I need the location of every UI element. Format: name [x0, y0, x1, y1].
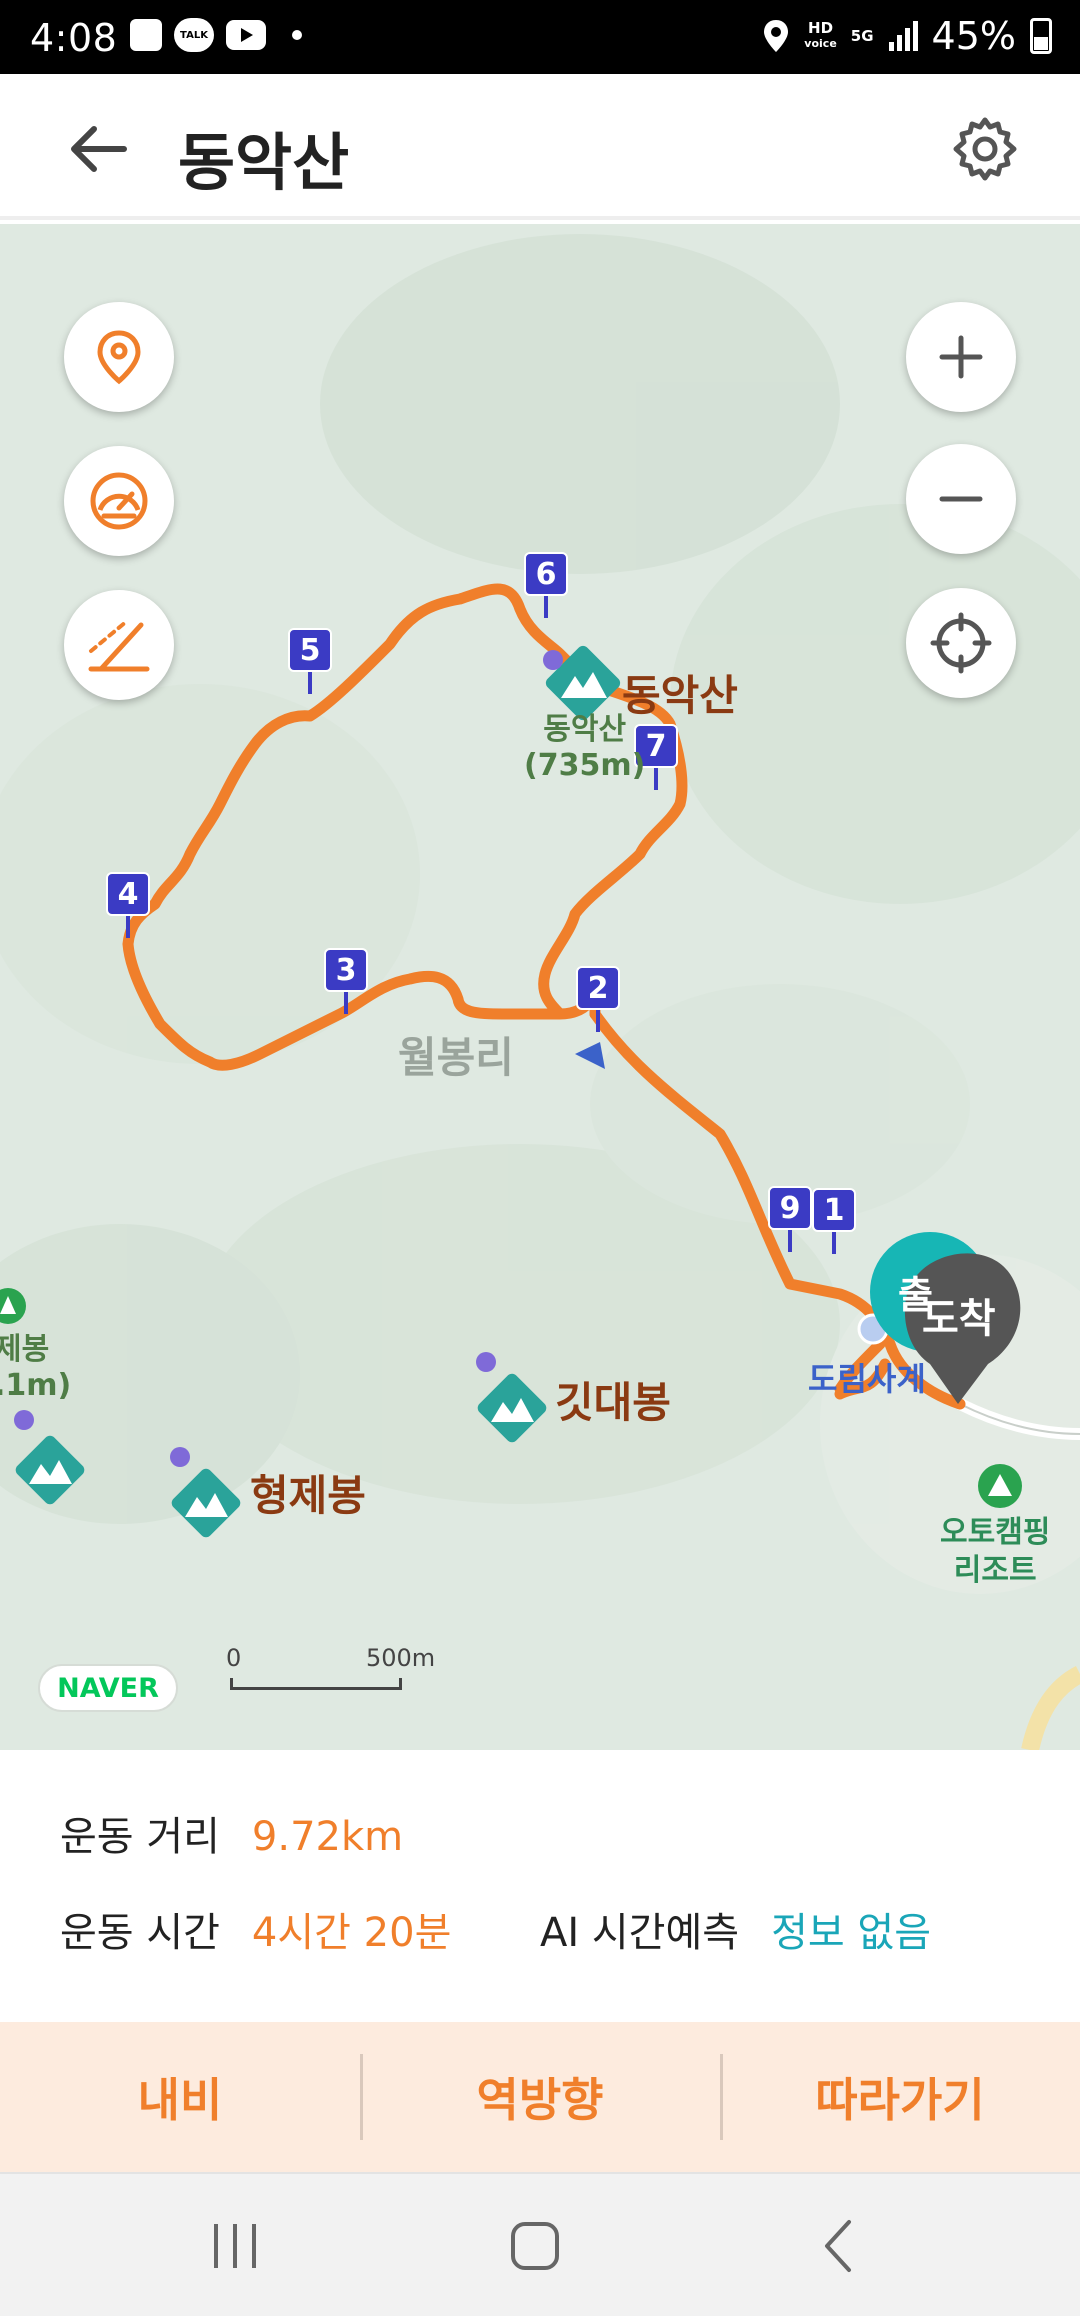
status-time: 4:08	[30, 16, 118, 60]
ai-time-label: AI 시간예측	[540, 1910, 740, 1956]
map-scale-bar: 0 500m	[226, 1644, 435, 1704]
arrival-label: 도착	[922, 1296, 996, 1342]
waypoint-marker-6[interactable]: 6	[524, 552, 568, 622]
map-canvas[interactable]	[0, 224, 1080, 1750]
dongaksan-peak-icon[interactable]	[543, 643, 623, 722]
village-label: 월봉리	[398, 1033, 514, 1082]
distance-value: 9.72km	[251, 1814, 404, 1860]
battery-percent: 45%	[931, 14, 1016, 58]
recent-apps-icon[interactable]	[200, 2214, 270, 2278]
app-header: 동악산	[0, 74, 1080, 220]
location-pin-icon	[97, 330, 141, 385]
waypoint-number: 1	[812, 1188, 856, 1232]
status-bar: 4:08 TALK HD voice 5G 45%	[0, 0, 1080, 74]
waypoint-number: 9	[768, 1186, 812, 1230]
system-nav-bar	[0, 2172, 1080, 2316]
zoom-out-button[interactable]	[906, 444, 1016, 554]
camping-label[interactable]: 오토캠핑 리조트	[940, 1514, 1050, 1590]
waypoint-number: 2	[576, 966, 620, 1010]
back-nav-icon[interactable]	[805, 2214, 875, 2278]
zoom-in-button[interactable]	[906, 302, 1016, 412]
left-peak-label: 제봉 .1m)	[0, 1332, 72, 1403]
route-info-panel: 운동 거리 9.72km 운동 시간 4시간 20분 AI 시간예측 정보 없음	[0, 1750, 1080, 2022]
kakaotalk-notification-icon: TALK	[174, 18, 214, 52]
hd-voice-icon: HD voice	[804, 19, 837, 51]
minus-icon	[939, 496, 983, 502]
current-location-button[interactable]	[906, 588, 1016, 698]
page-title: 동악산	[178, 126, 350, 199]
camping-poi-icon[interactable]	[978, 1464, 1022, 1508]
dongaksan-elevation-label: 동악산 (735m)	[524, 712, 646, 783]
waypoint-marker-4[interactable]: 4	[106, 872, 150, 942]
waypoint-marker-2[interactable]: 2	[576, 966, 620, 1036]
elevation-slope-icon	[88, 619, 150, 672]
waypoint-number: 5	[288, 628, 332, 672]
ai-time-value: 정보 없음	[771, 1910, 931, 1956]
location-pin-button[interactable]	[64, 302, 174, 412]
navi-button[interactable]: 내비	[0, 2022, 360, 2172]
more-notifications-dot-icon	[292, 30, 302, 40]
waypoint-number: 3	[324, 948, 368, 992]
time-label: 운동 시간	[60, 1910, 220, 1956]
naver-logo: NAVER	[38, 1664, 178, 1712]
follow-route-button[interactable]: 따라가기	[720, 2022, 1080, 2172]
temple-label[interactable]: 도림사계	[808, 1354, 926, 1400]
waypoint-number: 6	[524, 552, 568, 596]
5g-network-icon: 5G	[850, 26, 874, 45]
hiking-map[interactable]: 12345679 동악산 동악산 (735m) 월봉리 깃대봉 형제봉 제봉 .…	[0, 224, 1080, 1750]
gitdaebong-label[interactable]: 깃대봉	[555, 1369, 671, 1430]
waypoint-marker-1[interactable]: 1	[812, 1188, 856, 1258]
action-bar: 내비 역방향 따라가기	[0, 2022, 1080, 2172]
youtube-notification-icon	[226, 20, 266, 50]
reverse-direction-button[interactable]: 역방향	[360, 2022, 720, 2172]
time-value: 4시간 20분	[251, 1910, 452, 1956]
waypoint-marker-9[interactable]: 9	[768, 1186, 812, 1256]
plus-icon	[939, 335, 983, 379]
gear-icon[interactable]	[950, 114, 1020, 184]
crosshair-icon	[930, 612, 992, 674]
signal-strength-icon	[888, 21, 918, 51]
trail-flag-icon	[575, 1042, 605, 1069]
waypoint-number: 4	[106, 872, 150, 916]
battery-icon	[1030, 18, 1052, 54]
location-status-icon	[764, 20, 789, 52]
speedometer-icon	[90, 472, 148, 530]
waypoint-marker-5[interactable]: 5	[288, 628, 332, 698]
home-icon[interactable]	[500, 2214, 570, 2278]
distance-label: 운동 거리	[60, 1814, 220, 1860]
elevation-profile-button[interactable]	[64, 590, 174, 700]
waypoint-marker-3[interactable]: 3	[324, 948, 368, 1018]
gallery-notification-icon	[130, 19, 162, 51]
hyeongjebong-label[interactable]: 형제봉	[250, 1462, 366, 1523]
speedometer-button[interactable]	[64, 446, 174, 556]
back-arrow-icon[interactable]	[64, 114, 134, 184]
